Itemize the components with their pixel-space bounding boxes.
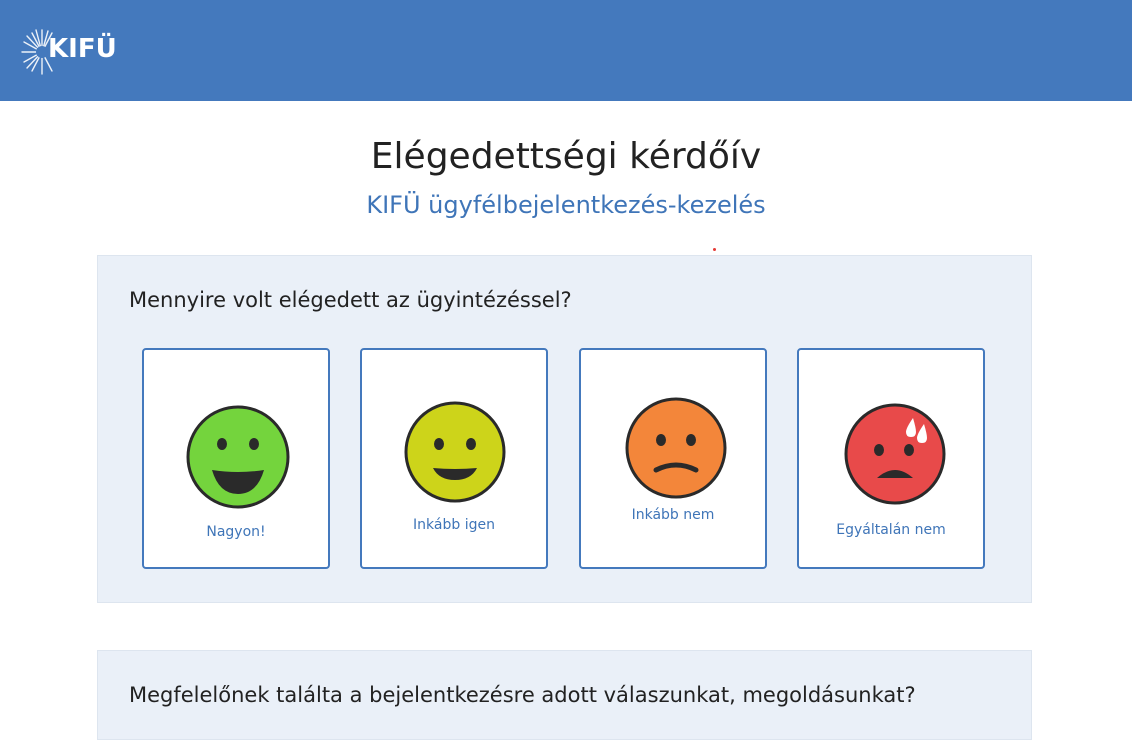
option-label: Egyáltalán nem <box>836 522 946 538</box>
very-happy-face-icon <box>186 405 290 509</box>
question-text: Mennyire volt elégedett az ügyintézéssel… <box>129 288 572 312</box>
logo-text: KIFÜ <box>48 34 117 64</box>
page-subtitle: KIFÜ ügyfélbejelentkezés-kezelés <box>366 191 766 219</box>
happy-face-icon <box>404 401 506 503</box>
option-label: Inkább nem <box>631 507 715 523</box>
option-label: Inkább igen <box>413 517 495 533</box>
page-title: Elégedettségi kérdőív <box>370 136 762 177</box>
question-text: Megfelelőnek találta a bejelentkezésre a… <box>129 683 916 707</box>
question-card-resolution: Megfelelőnek találta a bejelentkezésre a… <box>97 650 1032 740</box>
option-rather-dissatisfied[interactable]: Inkább nem <box>579 348 767 569</box>
marker-dot <box>713 248 716 251</box>
kifu-logo[interactable]: KIFÜ <box>20 24 130 80</box>
site-header: KIFÜ <box>0 0 1132 101</box>
option-label: Nagyon! <box>206 524 266 540</box>
option-very-dissatisfied[interactable]: Egyáltalán nem <box>797 348 985 569</box>
very-unhappy-face-icon <box>844 403 946 505</box>
unhappy-face-icon <box>625 397 727 499</box>
option-rather-satisfied[interactable]: Inkább igen <box>360 348 548 569</box>
option-very-satisfied[interactable]: Nagyon! <box>142 348 330 569</box>
question-card-satisfaction: Mennyire volt elégedett az ügyintézéssel… <box>97 255 1032 603</box>
